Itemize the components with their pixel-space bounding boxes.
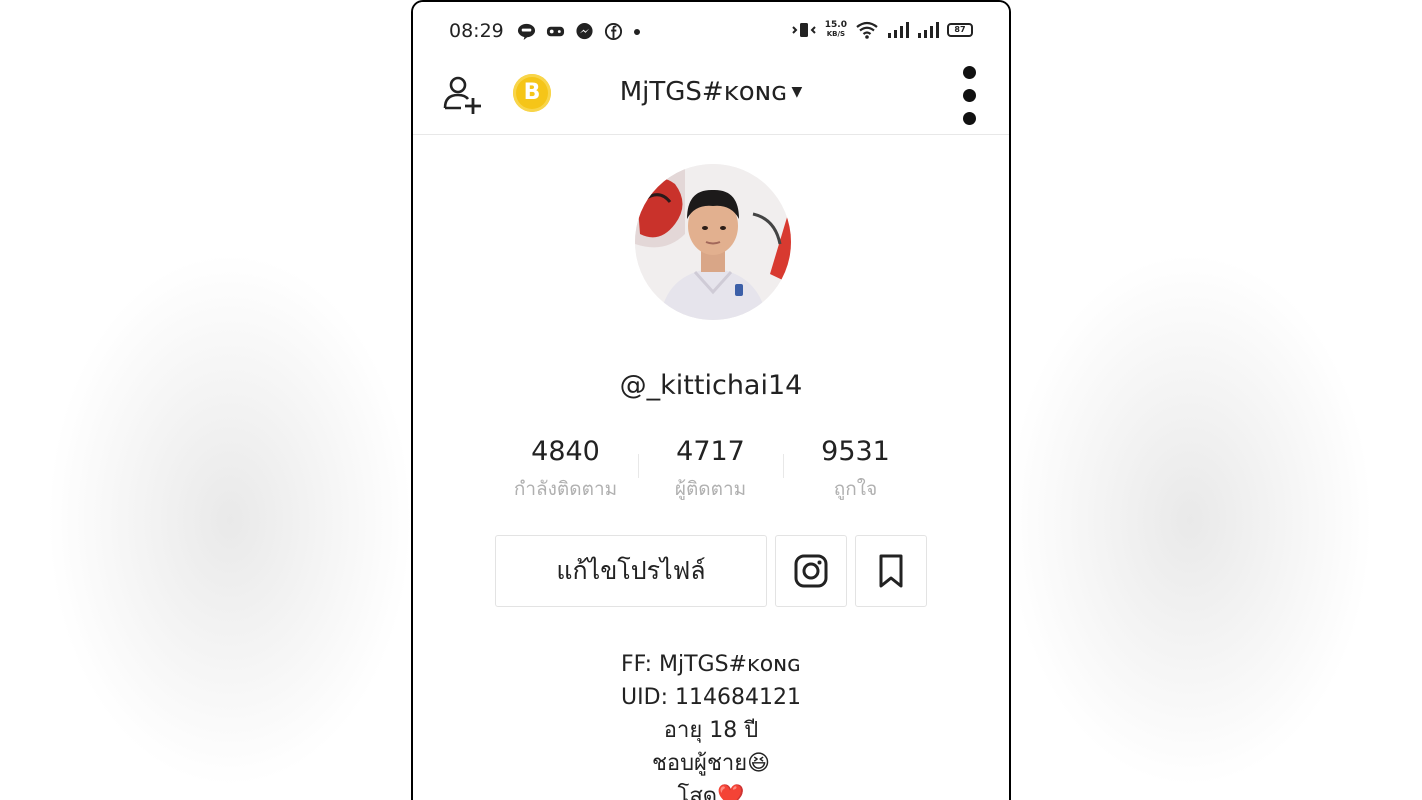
caret-down-icon[interactable]: ▼ [792,84,803,100]
avatar[interactable] [635,164,791,320]
status-time: 08:29 [449,20,504,42]
game-icon [546,26,565,37]
more-vertical-icon[interactable] [959,60,979,125]
system-icons: 15.0 KB/S 87 [791,20,973,40]
edit-profile-button[interactable]: แก้ไขโปรไฟล์ [495,535,767,607]
account-switcher[interactable]: MjTGS#ᴋᴏɴɢ ▼ [413,77,1009,107]
avatar-image [635,164,791,320]
facebook-icon [604,22,623,41]
bio-line: โสด❤️ [677,784,745,800]
net-speed-unit: KB/S [826,30,846,38]
instagram-button[interactable] [775,535,847,607]
line-chat-icon [517,23,536,41]
app-screen: 08:29 15.0 KB/S 87 B MjTGS#ᴋᴏɴɢ ▼ @_kitt… [413,2,1009,800]
bio-line: อายุ 18 ปี [663,718,759,743]
instagram-icon [794,554,828,588]
stat-value: 4717 [676,436,745,467]
dot-icon [634,28,640,35]
bio-line: UID: 114684121 [621,685,801,710]
bio-line: ชอบผู้ชาย😆 [651,751,771,776]
stat-label: ถูกใจ [833,478,878,500]
stat-label: ผู้ติดตาม [674,478,747,500]
net-speed: 15.0 KB/S [825,21,847,39]
profile-bio: FF: MjTGS#ᴋᴏɴɢ UID: 114684121 อายุ 18 ปี… [413,648,1009,800]
stat-label: กำลังติดตาม [513,478,618,500]
profile-stats: 4840 กำลังติดตาม 4717 ผู้ติดตาม 9531 ถูก… [493,434,929,506]
saved-button[interactable] [855,535,927,607]
net-speed-value: 15.0 [824,20,847,30]
stat-value: 9531 [821,436,890,467]
username: @_kittichai14 [619,370,803,401]
bookmark-icon [879,554,903,588]
stat-value: 4840 [531,436,600,467]
kebab-dot [962,112,976,125]
profile-header: B MjTGS#ᴋᴏɴɢ ▼ [413,60,1009,135]
battery-icon: 87 [947,23,973,37]
stat-likes[interactable]: 9531 ถูกใจ [783,434,928,506]
status-bar: 08:29 15.0 KB/S 87 [413,2,1009,60]
vibrate-icon [792,23,816,37]
signal-icon [888,22,909,38]
messenger-icon [576,22,593,40]
kebab-dot [962,89,976,102]
bio-line: FF: MjTGS#ᴋᴏɴɢ [621,652,801,677]
kebab-dot [962,66,976,79]
profile-actions: แก้ไขโปรไฟล์ [495,535,927,609]
account-name[interactable]: MjTGS#ᴋᴏɴɢ [620,77,788,107]
signal-icon-2 [918,22,939,38]
phone-screen: 08:29 15.0 KB/S 87 B MjTGS#ᴋᴏɴɢ ▼ @_kitt… [411,0,1011,800]
wifi-icon [856,21,878,39]
notification-icons [517,22,641,41]
stat-followers[interactable]: 4717 ผู้ติดตาม [638,434,783,506]
stat-following[interactable]: 4840 กำลังติดตาม [493,434,638,506]
